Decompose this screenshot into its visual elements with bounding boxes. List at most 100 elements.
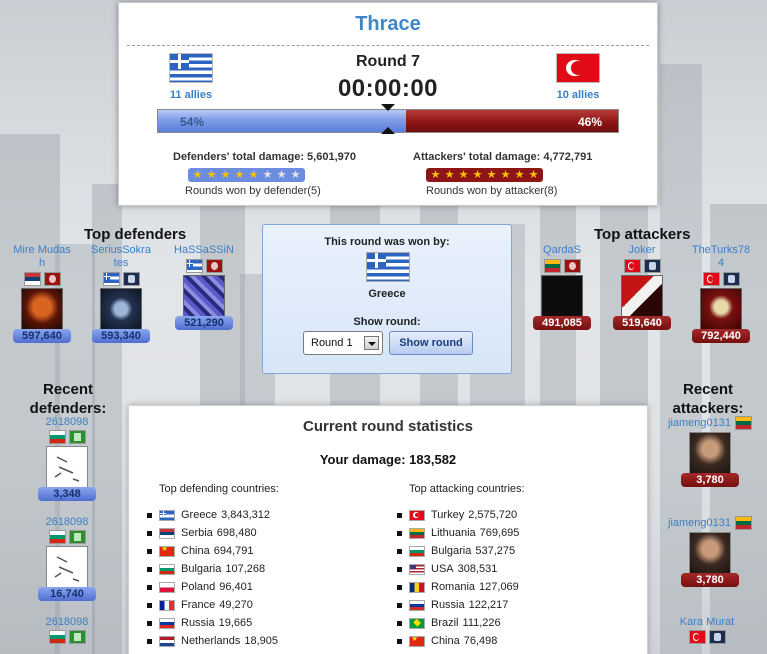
brazil-flag-icon[interactable] [409, 617, 425, 629]
list-item: USA 308,531 [397, 560, 519, 578]
military-unit-icon[interactable] [122, 272, 140, 286]
military-unit-icon[interactable] [68, 430, 86, 444]
romania-flag-icon[interactable] [409, 581, 425, 593]
top-defender-1: Mire Mudash 597,640 [11, 244, 73, 343]
show-round-button[interactable]: Show round [389, 331, 473, 355]
bar-marker-bottom-icon [381, 127, 395, 134]
bulgaria-flag-icon[interactable] [409, 545, 425, 557]
bulgaria-flag-icon[interactable] [48, 630, 66, 644]
bullet-icon [147, 620, 152, 626]
country-damage: 19,665 [218, 617, 253, 629]
top-defenders-title: Top defenders [84, 226, 187, 243]
turkey-flag-icon[interactable] [702, 272, 720, 286]
lithuania-flag-icon[interactable] [409, 527, 425, 539]
player-avatar[interactable] [689, 532, 731, 574]
country-damage: 2,575,720 [468, 509, 518, 521]
usa-flag-icon[interactable] [409, 563, 425, 575]
player-name-link[interactable]: 2618098 [32, 416, 102, 428]
region-title[interactable]: Thrace [119, 13, 657, 36]
russia-flag-icon[interactable] [409, 599, 425, 611]
player-name-link[interactable]: Kara Murat [672, 616, 742, 628]
bulgaria-flag-icon[interactable] [48, 530, 66, 544]
bullet-icon [397, 548, 402, 554]
player-avatar[interactable] [689, 432, 731, 474]
attacker-star-icon: ★ [486, 169, 497, 181]
lithuania-flag-icon[interactable] [543, 259, 561, 273]
top-attacker-2: Joker 519,640 [611, 244, 673, 330]
player-name-link[interactable]: QardaS [531, 244, 593, 257]
military-unit-icon[interactable] [643, 259, 661, 273]
china-flag-icon[interactable] [409, 635, 425, 647]
top-attacking-countries-title: Top attacking countries: [409, 483, 525, 495]
country-name: France [181, 599, 216, 611]
attacking-countries-list: Turkey 2,575,720 Lithuania 769,695 Bulgari… [397, 506, 519, 650]
military-unit-icon[interactable] [205, 259, 223, 273]
bullet-icon [147, 530, 152, 536]
greece-flag-icon[interactable] [185, 259, 203, 273]
player-name-link[interactable]: Joker [611, 244, 673, 257]
turkey-flag-icon[interactable] [409, 509, 425, 521]
player-name-link[interactable]: SeriusSokrates [90, 244, 152, 270]
sketch-art [54, 556, 80, 582]
list-item: Greece 3,843,312 [147, 506, 278, 524]
damage-badge: 792,440 [692, 329, 750, 343]
russia-flag-icon[interactable] [159, 617, 175, 629]
military-unit-icon[interactable] [722, 272, 740, 286]
player-avatar[interactable] [100, 288, 142, 330]
country-damage: 76,498 [463, 635, 498, 647]
country-damage: 111,226 [462, 617, 501, 629]
player-name-link[interactable]: jiameng0131 [668, 417, 731, 429]
military-unit-icon[interactable] [563, 259, 581, 273]
defending-countries-list: Greece3,843,312 Serbia698,480 China694,7… [147, 506, 278, 650]
player-name-link[interactable]: HaSSaSSiN [173, 244, 235, 257]
bullet-icon [147, 602, 152, 608]
round-select[interactable]: Round 1 [303, 331, 383, 355]
recent-defender-2: 2618098 16,740 [32, 516, 102, 601]
recent-title-line: Recent [42, 381, 94, 398]
player-avatar[interactable] [183, 275, 225, 317]
recent-attacker-header: jiameng0131 [660, 516, 760, 530]
chevron-down-icon[interactable] [364, 336, 379, 350]
player-name-link[interactable]: 2618098 [32, 616, 102, 628]
lithuania-flag-icon[interactable] [735, 416, 752, 430]
damage-badge: 597,640 [13, 329, 71, 343]
bulgaria-flag-icon[interactable] [159, 563, 175, 575]
military-unit-icon[interactable] [708, 630, 726, 644]
player-name-link[interactable]: jiameng0131 [668, 517, 731, 529]
serbia-flag-icon[interactable] [23, 272, 41, 286]
turkey-flag-icon[interactable] [688, 630, 706, 644]
france-flag-icon[interactable] [159, 599, 175, 611]
turkey-flag-icon[interactable] [623, 259, 641, 273]
damage-badge: 593,340 [92, 329, 150, 343]
bulgaria-flag-icon[interactable] [48, 430, 66, 444]
player-name-link[interactable]: Mire Mudash [11, 244, 73, 270]
player-name-link[interactable]: 2618098 [32, 516, 102, 528]
list-item: Romania 127,069 [397, 578, 519, 596]
player-avatar[interactable] [21, 288, 63, 330]
top-attacker-1: QardaS 491,085 [531, 244, 593, 330]
player-avatar[interactable] [46, 546, 88, 588]
attacker-star-icon: ★ [444, 169, 455, 181]
player-avatar[interactable] [700, 288, 742, 330]
player-avatar[interactable] [46, 446, 88, 488]
china-flag-icon[interactable] [159, 545, 175, 557]
list-item: Russia 19,665 [147, 614, 278, 632]
greece-flag-icon[interactable] [102, 272, 120, 286]
player-avatar[interactable] [541, 275, 583, 317]
round-select-value: Round 1 [311, 337, 353, 349]
military-unit-icon[interactable] [68, 630, 86, 644]
greece-flag-icon[interactable] [159, 509, 175, 521]
netherlands-flag-icon[interactable] [159, 635, 175, 647]
poland-flag-icon[interactable] [159, 581, 175, 593]
country-name: Bulgaria [181, 563, 222, 575]
serbia-flag-icon[interactable] [159, 527, 175, 539]
military-unit-icon[interactable] [68, 530, 86, 544]
player-avatar[interactable] [621, 275, 663, 317]
country-name: Russia [431, 599, 465, 611]
military-unit-icon[interactable] [43, 272, 61, 286]
round-statistics-panel: Current round statistics Your damage: 18… [128, 405, 648, 654]
player-name-link[interactable]: TheTurks784 [690, 244, 752, 270]
damage-badge: 491,085 [533, 316, 591, 330]
lithuania-flag-icon[interactable] [735, 516, 752, 530]
country-name: Bulgaria [431, 545, 472, 557]
